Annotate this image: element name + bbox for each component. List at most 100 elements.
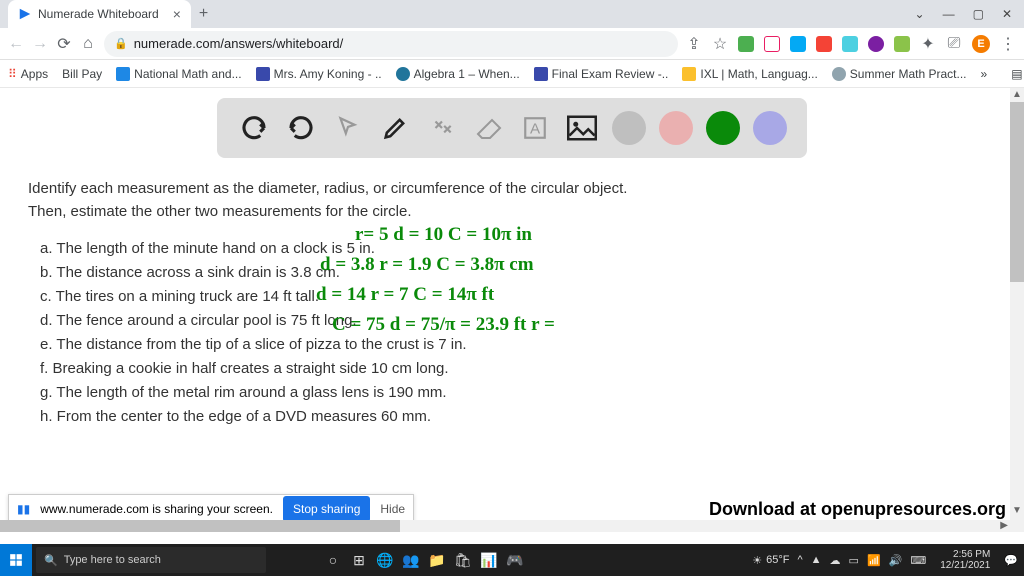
battery-icon[interactable]: ▭ [849, 554, 859, 567]
store-icon[interactable]: 🛍 [450, 546, 476, 574]
handwriting-b: d = 3.8 r = 1.9 C = 3.8π cm [320, 254, 534, 276]
windows-taskbar: 🔍 Type here to search ○ ⊞ 🌐 👥 📁 🛍 📊 🎮 ☀6… [0, 544, 1024, 576]
reload-icon[interactable]: ⟳ [56, 36, 72, 52]
scroll-up-icon[interactable]: ▲ [1010, 88, 1024, 102]
new-tab-button[interactable]: + [199, 5, 208, 23]
hscroll-thumb[interactable] [0, 520, 400, 532]
explorer-icon[interactable]: 📁 [424, 546, 450, 574]
chevron-down-icon[interactable]: ⌄ [915, 7, 925, 21]
browser-tab[interactable]: Numerade Whiteboard × [8, 0, 191, 28]
maximize-icon[interactable]: ▢ [973, 7, 984, 21]
forward-icon[interactable]: → [32, 36, 48, 52]
color-gray[interactable] [612, 111, 646, 145]
color-purple[interactable] [753, 111, 787, 145]
star-icon[interactable]: ☆ [712, 36, 728, 52]
redo-button[interactable] [284, 111, 318, 145]
share-icon[interactable]: ⇪ [686, 36, 702, 52]
hide-share-button[interactable]: Hide [380, 502, 405, 516]
bookmark-summer-math[interactable]: Summer Math Pract... [832, 67, 967, 81]
bookmarks-bar: ⠿Apps Bill Pay National Math and... Mrs.… [0, 60, 1024, 88]
url-input[interactable]: 🔒 numerade.com/answers/whiteboard/ [104, 31, 678, 57]
volume-icon[interactable]: 🔊 [889, 554, 903, 567]
ext-icon-2[interactable] [764, 36, 780, 52]
item-h: h. From the center to the edge of a DVD … [40, 408, 984, 425]
cortana-icon[interactable]: ○ [320, 546, 346, 574]
bookmark-algebra1[interactable]: Algebra 1 – When... [396, 67, 520, 81]
color-pink[interactable] [659, 111, 693, 145]
bookmark-ixl[interactable]: IXL | Math, Languag... [682, 67, 817, 81]
tab-title: Numerade Whiteboard [38, 7, 159, 21]
handwriting-a: r= 5 d = 10 C = 10π in [355, 224, 532, 246]
page-content: A Identify each measurement as the diame… [0, 88, 1024, 532]
weather-widget[interactable]: ☀65°F [752, 554, 789, 567]
ext-icon-4[interactable] [816, 36, 832, 52]
close-window-icon[interactable]: ✕ [1002, 7, 1012, 21]
item-g: g. The length of the metal rim around a … [40, 384, 984, 401]
color-green[interactable] [706, 111, 740, 145]
close-tab-icon[interactable]: × [173, 6, 181, 22]
undo-button[interactable] [237, 111, 271, 145]
taskbar-clock[interactable]: 2:56 PM 12/21/2021 [934, 549, 996, 571]
address-bar: ← → ⟳ ⌂ 🔒 numerade.com/answers/whiteboar… [0, 28, 1024, 60]
cast-icon[interactable]: ⎚ [946, 36, 962, 52]
scroll-thumb[interactable] [1010, 102, 1024, 282]
image-tool[interactable] [565, 111, 599, 145]
home-icon[interactable]: ⌂ [80, 36, 96, 52]
back-icon[interactable]: ← [8, 36, 24, 52]
sun-icon: ☀ [752, 554, 762, 567]
ext-icon-6[interactable] [868, 36, 884, 52]
extensions-icon[interactable]: ✦ [920, 36, 936, 52]
ext-icon-7[interactable] [894, 36, 910, 52]
ext-icon-5[interactable] [842, 36, 858, 52]
bookmark-icon [534, 67, 548, 81]
tray-chevron-icon[interactable]: ^ [797, 554, 802, 566]
vertical-scrollbar[interactable]: ▲ ▼ [1010, 88, 1024, 532]
minimize-icon[interactable]: — [943, 7, 955, 21]
language-icon[interactable]: ⌨ [910, 554, 926, 567]
chrome-icon[interactable]: 🌐 [372, 546, 398, 574]
stop-sharing-button[interactable]: Stop sharing [283, 496, 370, 522]
scroll-right-icon[interactable]: ▶ [1000, 520, 1008, 531]
ext-icon-1[interactable] [738, 36, 754, 52]
reading-list-button[interactable]: ▤Reading list [1011, 67, 1024, 81]
shapes-tool[interactable] [425, 111, 459, 145]
bookmark-icon [396, 67, 410, 81]
onedrive-icon[interactable]: ☁ [830, 554, 841, 567]
bookmark-final-exam[interactable]: Final Exam Review -.. [534, 67, 669, 81]
handwriting-c: d = 14 r = 7 C = 14π ft [316, 284, 494, 306]
url-text: numerade.com/answers/whiteboard/ [134, 36, 344, 51]
share-indicator-icon: ▮▮ [17, 502, 30, 516]
eraser-tool[interactable] [472, 111, 506, 145]
bookmark-bill-pay[interactable]: Bill Pay [62, 67, 102, 81]
bookmarks-overflow[interactable]: » [981, 67, 988, 81]
apps-button[interactable]: ⠿Apps [8, 67, 48, 81]
profile-avatar[interactable]: E [972, 35, 990, 53]
browser-titlebar: Numerade Whiteboard × + ⌄ — ▢ ✕ [0, 0, 1024, 28]
start-button[interactable] [0, 544, 32, 576]
taskbar-search[interactable]: 🔍 Type here to search [36, 547, 266, 573]
taskview-icon[interactable]: ⊞ [346, 546, 372, 574]
bookmark-amy-koning[interactable]: Mrs. Amy Koning - .. [256, 67, 382, 81]
scroll-down-icon[interactable]: ▼ [1010, 504, 1024, 518]
tray-icon[interactable]: ▲ [811, 554, 822, 566]
bookmark-national-math[interactable]: National Math and... [116, 67, 241, 81]
bookmark-icon [832, 67, 846, 81]
notifications-icon[interactable]: 💬 [1004, 554, 1018, 567]
wifi-icon[interactable]: 📶 [867, 554, 881, 567]
pen-tool[interactable] [378, 111, 412, 145]
bookmark-icon [682, 67, 696, 81]
teams-icon[interactable]: 👥 [398, 546, 424, 574]
ext-icon-3[interactable] [790, 36, 806, 52]
pointer-tool[interactable] [331, 111, 365, 145]
search-icon: 🔍 [44, 554, 58, 567]
app-icon[interactable]: 📊 [476, 546, 502, 574]
app2-icon[interactable]: 🎮 [502, 546, 528, 574]
text-tool[interactable]: A [518, 111, 552, 145]
menu-icon[interactable]: ⋮ [1000, 36, 1016, 52]
handwriting-d: C = 75 d = 75/π = 23.9 ft r = [332, 314, 555, 336]
bookmark-icon [256, 67, 270, 81]
whiteboard-toolbar: A [217, 98, 807, 158]
download-watermark: Download at openupresources.org [709, 499, 1006, 520]
horizontal-scrollbar[interactable]: ▶ [0, 520, 1010, 532]
item-f: f. Breaking a cookie in half creates a s… [40, 360, 984, 377]
